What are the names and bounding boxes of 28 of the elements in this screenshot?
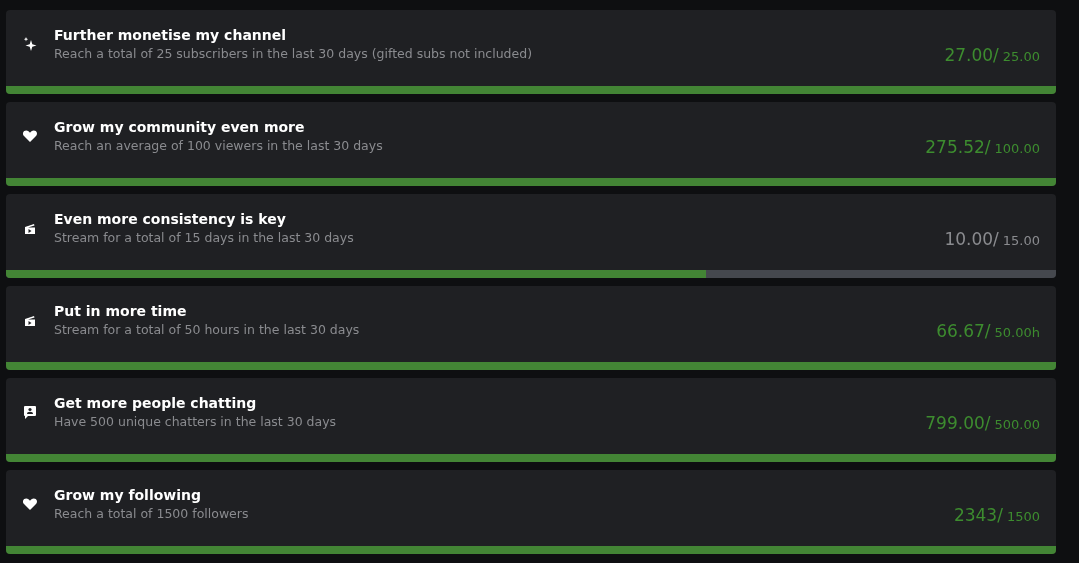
- current-value: 275.52/: [925, 137, 991, 157]
- target-value: 25.00: [1002, 49, 1040, 64]
- goal-description: Reach a total of 25 subscribers in the last 30 days (gifted subs not included): [54, 46, 534, 61]
- current-value: 2343/: [953, 505, 1003, 525]
- goal-title: Even more consistency is key: [54, 211, 287, 227]
- current-value: 66.67/: [936, 321, 991, 341]
- goal-description: Stream for a total of 15 days in the last 30 days: [54, 230, 355, 245]
- heart-icon: [22, 128, 38, 144]
- goal-title: Further monetise my channel: [54, 27, 288, 43]
- current-value: 27.00/: [944, 45, 999, 65]
- goal-description: Reach a total of 1500 followers: [54, 506, 250, 521]
- chat-icon: [22, 404, 38, 420]
- goal-title: Grow my following: [54, 487, 203, 503]
- goal-description: Have 500 unique chatters in the last 30 days: [54, 414, 338, 429]
- goal-description: Reach an average of 100 viewers in the last 30 days: [54, 138, 384, 153]
- target-value: 15.00: [1002, 233, 1040, 248]
- goal-title: Grow my community even more: [54, 119, 306, 135]
- current-value: 10.00/: [944, 229, 999, 249]
- goal-title: Put in more time: [54, 303, 188, 319]
- target-value: 100.00: [994, 141, 1040, 156]
- goal-title: Get more people chatting: [54, 395, 258, 411]
- target-value: 500.00: [994, 417, 1040, 432]
- target-value: 50.00h: [994, 325, 1040, 340]
- sparkle-icon: [22, 36, 38, 52]
- current-value: 799.00/: [925, 413, 991, 433]
- goal-description: Stream for a total of 50 hours in the last 30 days: [54, 322, 361, 337]
- heart-icon: [22, 496, 38, 512]
- target-value: 1500: [1006, 509, 1040, 524]
